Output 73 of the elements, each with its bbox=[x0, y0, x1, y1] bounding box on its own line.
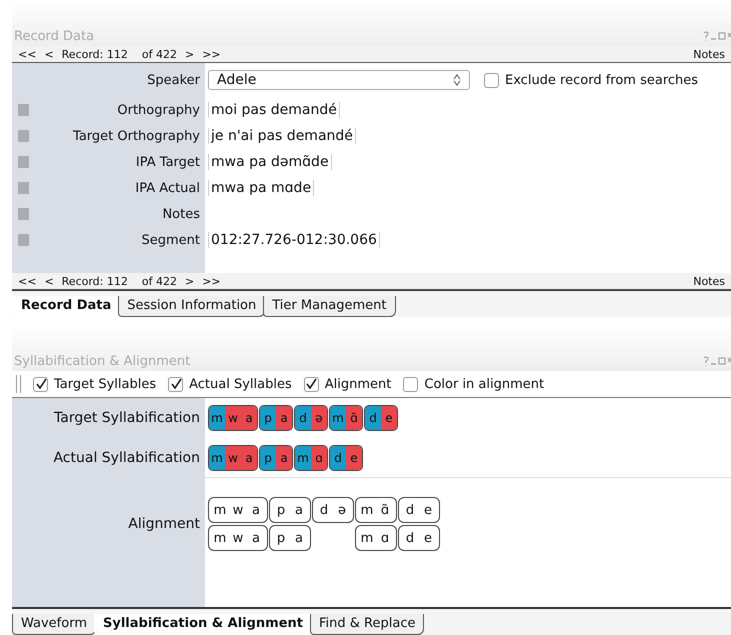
tab[interactable]: Session Information bbox=[118, 296, 266, 317]
syllable-chip: d e bbox=[364, 405, 398, 431]
row-label: Alignment bbox=[128, 516, 200, 532]
row-label: Actual Syllabification bbox=[53, 450, 200, 466]
tier-label: Segment bbox=[142, 232, 200, 248]
alignment-chip: d e bbox=[398, 525, 440, 551]
tier-label: Notes bbox=[162, 206, 200, 222]
stepper-icon bbox=[453, 74, 461, 86]
option-checkbox[interactable]: Target Syllables bbox=[33, 376, 156, 392]
tier-label: Orthography bbox=[117, 102, 200, 118]
syllable-chip: p a bbox=[259, 444, 293, 470]
drag-handle-icon[interactable] bbox=[18, 130, 29, 142]
drag-handle-icon[interactable] bbox=[18, 208, 29, 220]
notes-button[interactable]: Notes bbox=[693, 48, 725, 60]
first-record-button[interactable]: << bbox=[18, 274, 36, 288]
tab[interactable]: Tier Management bbox=[263, 296, 396, 317]
drag-handle-icon[interactable] bbox=[18, 104, 29, 116]
record-count: of 422 bbox=[142, 48, 177, 60]
next-record-button[interactable]: > bbox=[184, 48, 194, 60]
alignment-chip: m w a bbox=[208, 525, 268, 551]
syllable-chip: d e bbox=[329, 444, 363, 470]
first-record-button[interactable]: << bbox=[18, 48, 36, 60]
syllable-chip: m w a bbox=[208, 405, 258, 431]
record-number: Record: 112 bbox=[62, 274, 128, 288]
tab[interactable]: Find & Replace bbox=[310, 614, 424, 635]
tab[interactable]: Waveform bbox=[12, 614, 96, 635]
tier-field[interactable]: mwa pa mɑde bbox=[208, 180, 314, 196]
alignment-chip: p a bbox=[269, 497, 311, 523]
tab[interactable]: Syllabification & Alignment bbox=[94, 614, 312, 635]
tab[interactable]: Record Data bbox=[12, 296, 120, 317]
next-record-button[interactable]: > bbox=[184, 274, 194, 288]
drag-handle-icon[interactable] bbox=[18, 156, 29, 168]
window-controls-icon[interactable] bbox=[703, 356, 731, 366]
syllable-chip: m w a bbox=[208, 444, 258, 470]
last-record-button[interactable]: >> bbox=[202, 48, 221, 60]
previous-record-button[interactable]: < bbox=[44, 274, 54, 288]
option-checkbox[interactable]: Alignment bbox=[304, 376, 392, 392]
tier-field[interactable]: mwa pa dəmɑ̃de bbox=[208, 154, 332, 170]
last-record-button[interactable]: >> bbox=[202, 274, 221, 288]
option-checkbox[interactable]: Actual Syllables bbox=[168, 376, 292, 392]
alignment-chip: d e bbox=[398, 497, 440, 523]
tier-label: Target Orthography bbox=[73, 128, 200, 144]
tier-field[interactable]: je n'ai pas demandé bbox=[208, 128, 356, 144]
syllable-chip: m ɑ bbox=[294, 444, 328, 470]
alignment-chip: d ə bbox=[312, 497, 354, 523]
speaker-dropdown[interactable]: Adele bbox=[208, 70, 470, 90]
checkmark-icon bbox=[170, 378, 182, 390]
drag-handle-icon[interactable] bbox=[18, 182, 29, 194]
panel-title: Syllabification & Alignment bbox=[14, 354, 190, 368]
field-label: Speaker bbox=[147, 72, 200, 88]
alignment-chip: m ɑ bbox=[355, 525, 397, 551]
tier-field[interactable]: 012:27.726-012:30.066 bbox=[208, 232, 380, 248]
tier-field[interactable]: moi pas demandé bbox=[208, 102, 340, 118]
record-number: Record: 112 bbox=[62, 48, 128, 60]
exclude-checkbox[interactable]: Exclude record from searches bbox=[484, 72, 698, 88]
row-label: Target Syllabification bbox=[54, 410, 200, 426]
option-checkbox[interactable]: Color in alignment bbox=[403, 376, 544, 392]
notes-button[interactable]: Notes bbox=[693, 274, 725, 288]
checkmark-icon bbox=[34, 378, 46, 390]
alignment-chip: m w a bbox=[208, 497, 268, 523]
record-count: of 422 bbox=[142, 274, 177, 288]
window-controls-icon[interactable] bbox=[703, 31, 731, 41]
tier-label: IPA Target bbox=[136, 154, 200, 170]
tier-label: IPA Actual bbox=[135, 180, 200, 196]
alignment-chip: m ɑ̃ bbox=[355, 497, 397, 523]
syllable-chip: m ɑ̃ bbox=[329, 405, 363, 431]
alignment-chip: p a bbox=[269, 525, 311, 551]
previous-record-button[interactable]: < bbox=[44, 48, 54, 60]
panel-title: Record Data bbox=[14, 28, 94, 44]
drag-handle-icon[interactable] bbox=[18, 234, 29, 246]
syllable-chip: p a bbox=[259, 405, 293, 431]
syllable-chip: d ə bbox=[294, 405, 328, 431]
checkmark-icon bbox=[305, 378, 318, 390]
